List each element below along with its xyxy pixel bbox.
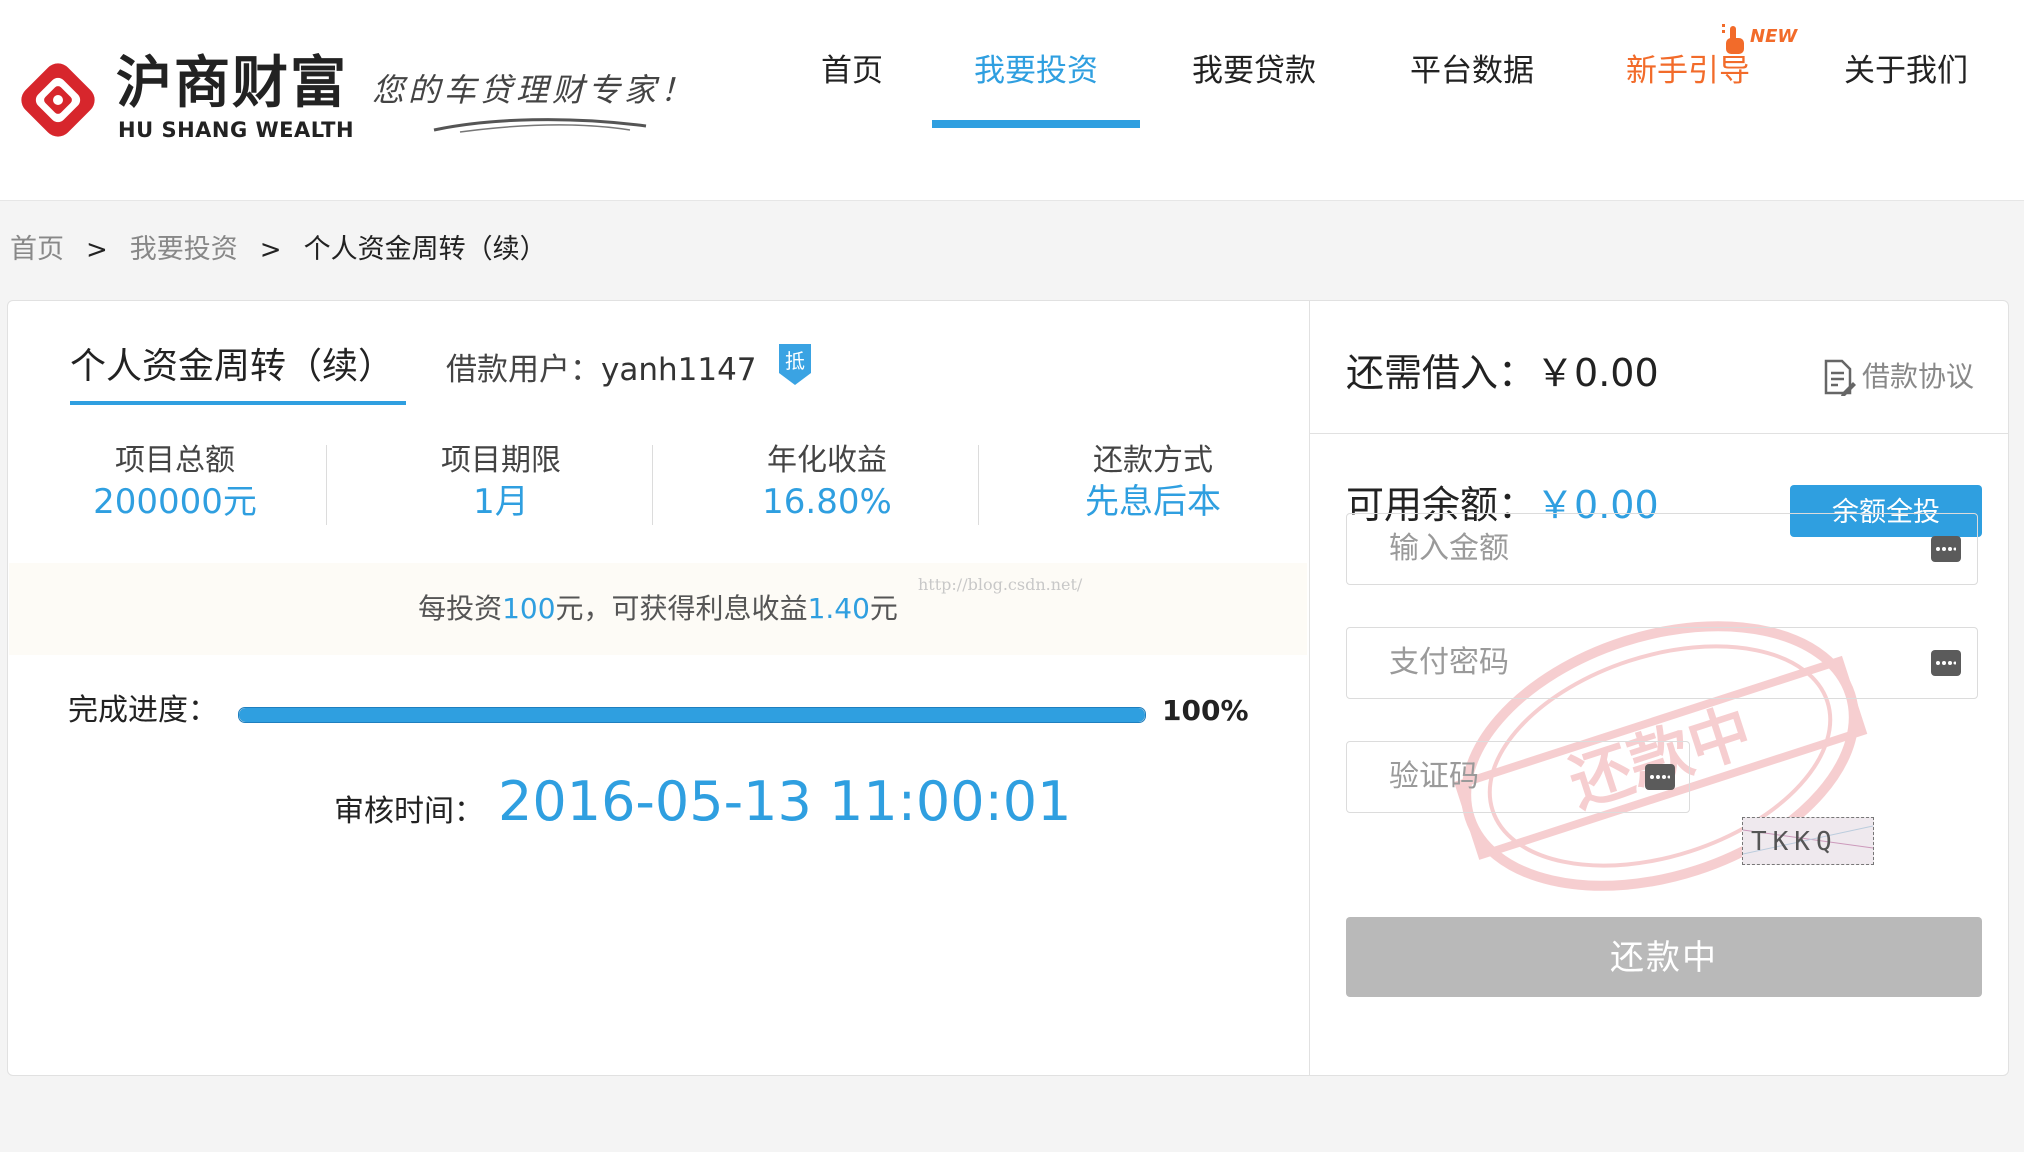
keyboard-icon[interactable] bbox=[1931, 536, 1961, 562]
borrower-label: 借款用户： bbox=[446, 352, 601, 388]
captcha-placeholder: 验证码 bbox=[1389, 759, 1479, 794]
need-borrow-info: 还需借入：￥0.00 bbox=[1346, 345, 1659, 401]
progress-percent: 100% bbox=[1162, 694, 1249, 727]
project-title-underline bbox=[70, 401, 406, 405]
progress-bar-fill bbox=[239, 708, 1145, 722]
audit-time-value: 2016-05-13 11:00:01 bbox=[498, 770, 1072, 833]
brand-name-cn[interactable]: 沪商财富 bbox=[116, 52, 348, 116]
breadcrumb-invest[interactable]: 我要投资 bbox=[130, 234, 238, 265]
brand-slogan: 您的车贷理财专家！ bbox=[372, 71, 697, 109]
hushang-logo-icon[interactable] bbox=[10, 52, 106, 148]
stat-divider bbox=[978, 445, 979, 525]
pointing-hand-icon bbox=[1722, 24, 1744, 54]
amount-input[interactable]: 输入金额 bbox=[1346, 513, 1978, 585]
interest-tip: 每投资100元，可获得利息收益1.40元 bbox=[9, 563, 1307, 655]
stat-value: 先息后本 bbox=[1085, 482, 1221, 522]
breadcrumb-home[interactable]: 首页 bbox=[10, 234, 64, 265]
stat-annual-yield: 年化收益 16.80% bbox=[664, 441, 990, 523]
tip-prefix: 每投资 bbox=[418, 592, 503, 625]
breadcrumb-current: 个人资金周转（续） bbox=[303, 234, 547, 265]
brand-name-en: HU SHANG WEALTH bbox=[118, 118, 355, 142]
need-borrow-value: ￥0.00 bbox=[1536, 351, 1659, 395]
captcha-input[interactable]: 验证码 bbox=[1346, 741, 1690, 813]
stat-divider bbox=[652, 445, 653, 525]
captcha-image[interactable]: TKKQ bbox=[1742, 817, 1874, 865]
need-borrow-row: 还需借入：￥0.00 借款协议 bbox=[1310, 301, 2009, 434]
nav-platform-data[interactable]: 平台数据 bbox=[1402, 46, 1542, 96]
loan-agreement-label: 借款协议 bbox=[1862, 360, 1975, 393]
breadcrumb-separator: > bbox=[86, 235, 108, 265]
tip-suffix: 元 bbox=[869, 592, 898, 625]
watermark-url: http://blog.csdn.net/ bbox=[918, 575, 1083, 594]
stat-value: 16.80% bbox=[762, 482, 892, 522]
new-badge: NEW bbox=[1750, 26, 1798, 47]
nav-home[interactable]: 首页 bbox=[812, 46, 892, 96]
tip-middle: 元，可获得利息收益 bbox=[555, 592, 808, 625]
keyboard-icon[interactable] bbox=[1645, 764, 1675, 790]
breadcrumb-separator: > bbox=[259, 235, 282, 265]
need-borrow-label: 还需借入： bbox=[1346, 351, 1537, 395]
project-detail-card: 个人资金周转（续） 借款用户：yanh1147 抵 项目总额 200000元 项… bbox=[7, 300, 2009, 1076]
stat-label: 还款方式 bbox=[1093, 443, 1213, 478]
stat-total-amount: 项目总额 200000元 bbox=[12, 441, 338, 523]
borrower-info: 借款用户：yanh1147 bbox=[446, 345, 757, 395]
nav-invest[interactable]: 我要投资 bbox=[966, 46, 1106, 96]
mortgage-badge-text: 抵 bbox=[785, 349, 805, 373]
stat-term: 项目期限 1月 bbox=[338, 441, 664, 523]
pay-password-input[interactable]: 支付密码 bbox=[1346, 627, 1978, 699]
mortgage-badge-icon: 抵 bbox=[779, 344, 811, 385]
progress-bar bbox=[238, 707, 1146, 723]
stat-divider bbox=[326, 445, 327, 525]
keyboard-icon[interactable] bbox=[1931, 650, 1961, 676]
borrower-name: yanh1147 bbox=[601, 352, 757, 388]
nav-loan[interactable]: 我要贷款 bbox=[1184, 46, 1324, 96]
site-header: 沪商财富 HU SHANG WEALTH 您的车贷理财专家！ 首页 我要投资 我… bbox=[0, 0, 2024, 201]
interest-tip-band: 每投资100元，可获得利息收益1.40元 bbox=[9, 563, 1307, 655]
stat-repayment-method: 还款方式 先息后本 bbox=[990, 441, 1316, 523]
nav-about-us[interactable]: 关于我们 bbox=[1836, 46, 1976, 96]
nav-active-indicator bbox=[932, 120, 1140, 128]
audit-time-label: 审核时间： bbox=[334, 794, 484, 829]
stat-label: 项目期限 bbox=[441, 443, 561, 478]
tip-interest: 1.40 bbox=[807, 592, 870, 625]
loan-agreement-link[interactable]: 借款协议 bbox=[1822, 357, 1974, 397]
tip-amount: 100 bbox=[502, 592, 556, 625]
project-title: 个人资金周转（续） bbox=[70, 346, 395, 387]
document-edit-icon bbox=[1824, 359, 1856, 396]
progress-label: 完成进度： bbox=[68, 693, 218, 728]
repaying-status-button[interactable]: 还款中 bbox=[1346, 917, 1982, 997]
stat-label: 年化收益 bbox=[767, 443, 887, 478]
stat-label: 项目总额 bbox=[115, 443, 235, 478]
slogan-swoosh-icon bbox=[433, 118, 647, 133]
project-info-panel: 个人资金周转（续） 借款用户：yanh1147 抵 项目总额 200000元 项… bbox=[8, 301, 1308, 1075]
password-placeholder: 支付密码 bbox=[1389, 645, 1509, 680]
stat-value: 200000元 bbox=[93, 482, 257, 522]
breadcrumb: 首页 > 我要投资 > 个人资金周转（续） bbox=[10, 228, 547, 272]
amount-placeholder: 输入金额 bbox=[1389, 531, 1509, 566]
invest-panel: 还需借入：￥0.00 借款协议 可用余额：￥0.00 余额全投 还款中 输入金额… bbox=[1309, 301, 2009, 1075]
captcha-text: TKKQ bbox=[1751, 827, 1838, 857]
stat-value: 1月 bbox=[473, 482, 529, 522]
